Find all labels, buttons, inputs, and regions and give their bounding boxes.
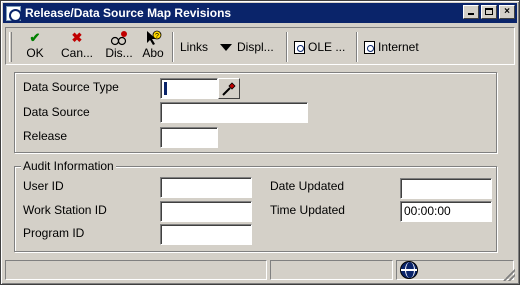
status-pane-main xyxy=(5,260,267,280)
app-icon xyxy=(6,5,22,22)
close-icon: × xyxy=(504,6,510,17)
time-updated-label: Time Updated xyxy=(270,203,345,217)
display-button[interactable]: Dis... xyxy=(102,30,136,62)
cancel-label: Can... xyxy=(60,46,93,60)
toolbar: ✔ OK ✖ Can... Dis... ? Abo Links Displ..… xyxy=(5,27,515,65)
dropdown-arrow-icon xyxy=(220,43,232,51)
program-id-field[interactable] xyxy=(160,224,252,245)
work-station-id-field[interactable] xyxy=(160,201,252,222)
program-id-label: Program ID xyxy=(23,226,85,240)
data-source-type-lookup-button[interactable] xyxy=(218,78,240,99)
ole-label: OLE ... xyxy=(308,40,346,54)
release-label: Release xyxy=(23,129,68,143)
audit-information-title: Audit Information xyxy=(21,159,116,173)
time-updated-field[interactable]: 00:00:00 xyxy=(400,201,492,222)
date-updated-field[interactable] xyxy=(400,178,492,199)
flashlight-icon xyxy=(222,82,236,96)
display-icon xyxy=(102,30,136,46)
document-icon xyxy=(294,40,305,54)
toolbar-grip[interactable] xyxy=(9,32,12,62)
globe-icon xyxy=(400,261,418,279)
application-window: Release/Data Source Map Revisions × ✔ OK… xyxy=(0,0,520,285)
work-station-id-label: Work Station ID xyxy=(23,203,107,217)
internet-label: Internet xyxy=(378,40,419,54)
ole-button[interactable]: OLE ... xyxy=(294,38,345,56)
status-pane-middle xyxy=(270,260,393,280)
x-icon: ✖ xyxy=(71,30,83,45)
about-label: Abo xyxy=(142,46,164,60)
check-icon: ✔ xyxy=(29,30,41,45)
release-field[interactable] xyxy=(160,127,218,148)
toolbar-separator xyxy=(172,32,174,62)
ok-label: OK xyxy=(26,46,44,60)
maximize-button[interactable] xyxy=(481,5,497,19)
text-cursor xyxy=(164,82,167,95)
data-source-type-label: Data Source Type xyxy=(23,80,119,94)
title-bar[interactable]: Release/Data Source Map Revisions × xyxy=(3,3,517,23)
close-button[interactable]: × xyxy=(499,5,515,19)
status-bar xyxy=(5,260,516,282)
display-menu-label: Displ... xyxy=(237,40,274,54)
date-updated-label: Date Updated xyxy=(270,179,345,193)
user-id-field[interactable] xyxy=(160,177,252,198)
display-menu[interactable]: Displ... xyxy=(220,38,274,56)
cancel-button[interactable]: ✖ Can... xyxy=(58,30,96,62)
internet-button[interactable]: Internet xyxy=(364,38,419,56)
links-menu[interactable]: Links xyxy=(180,38,208,56)
window-title: Release/Data Source Map Revisions xyxy=(25,6,232,20)
ok-button[interactable]: ✔ OK xyxy=(20,30,50,62)
about-button[interactable]: ? Abo xyxy=(140,30,166,62)
minimize-icon xyxy=(468,13,474,15)
svg-text:?: ? xyxy=(155,33,159,40)
data-source-field[interactable] xyxy=(160,102,308,123)
toolbar-separator xyxy=(286,32,288,62)
about-icon: ? xyxy=(140,30,166,46)
toolbar-separator xyxy=(356,32,358,62)
display-label: Dis... xyxy=(105,46,133,60)
resize-grip[interactable] xyxy=(503,269,515,281)
data-source-type-field[interactable] xyxy=(160,78,218,99)
minimize-button[interactable] xyxy=(463,5,479,19)
window-controls: × xyxy=(461,5,515,19)
user-id-label: User ID xyxy=(23,179,64,193)
links-label: Links xyxy=(180,40,209,54)
maximize-icon xyxy=(485,8,493,15)
data-source-label: Data Source xyxy=(23,105,90,119)
document-icon xyxy=(364,40,375,54)
